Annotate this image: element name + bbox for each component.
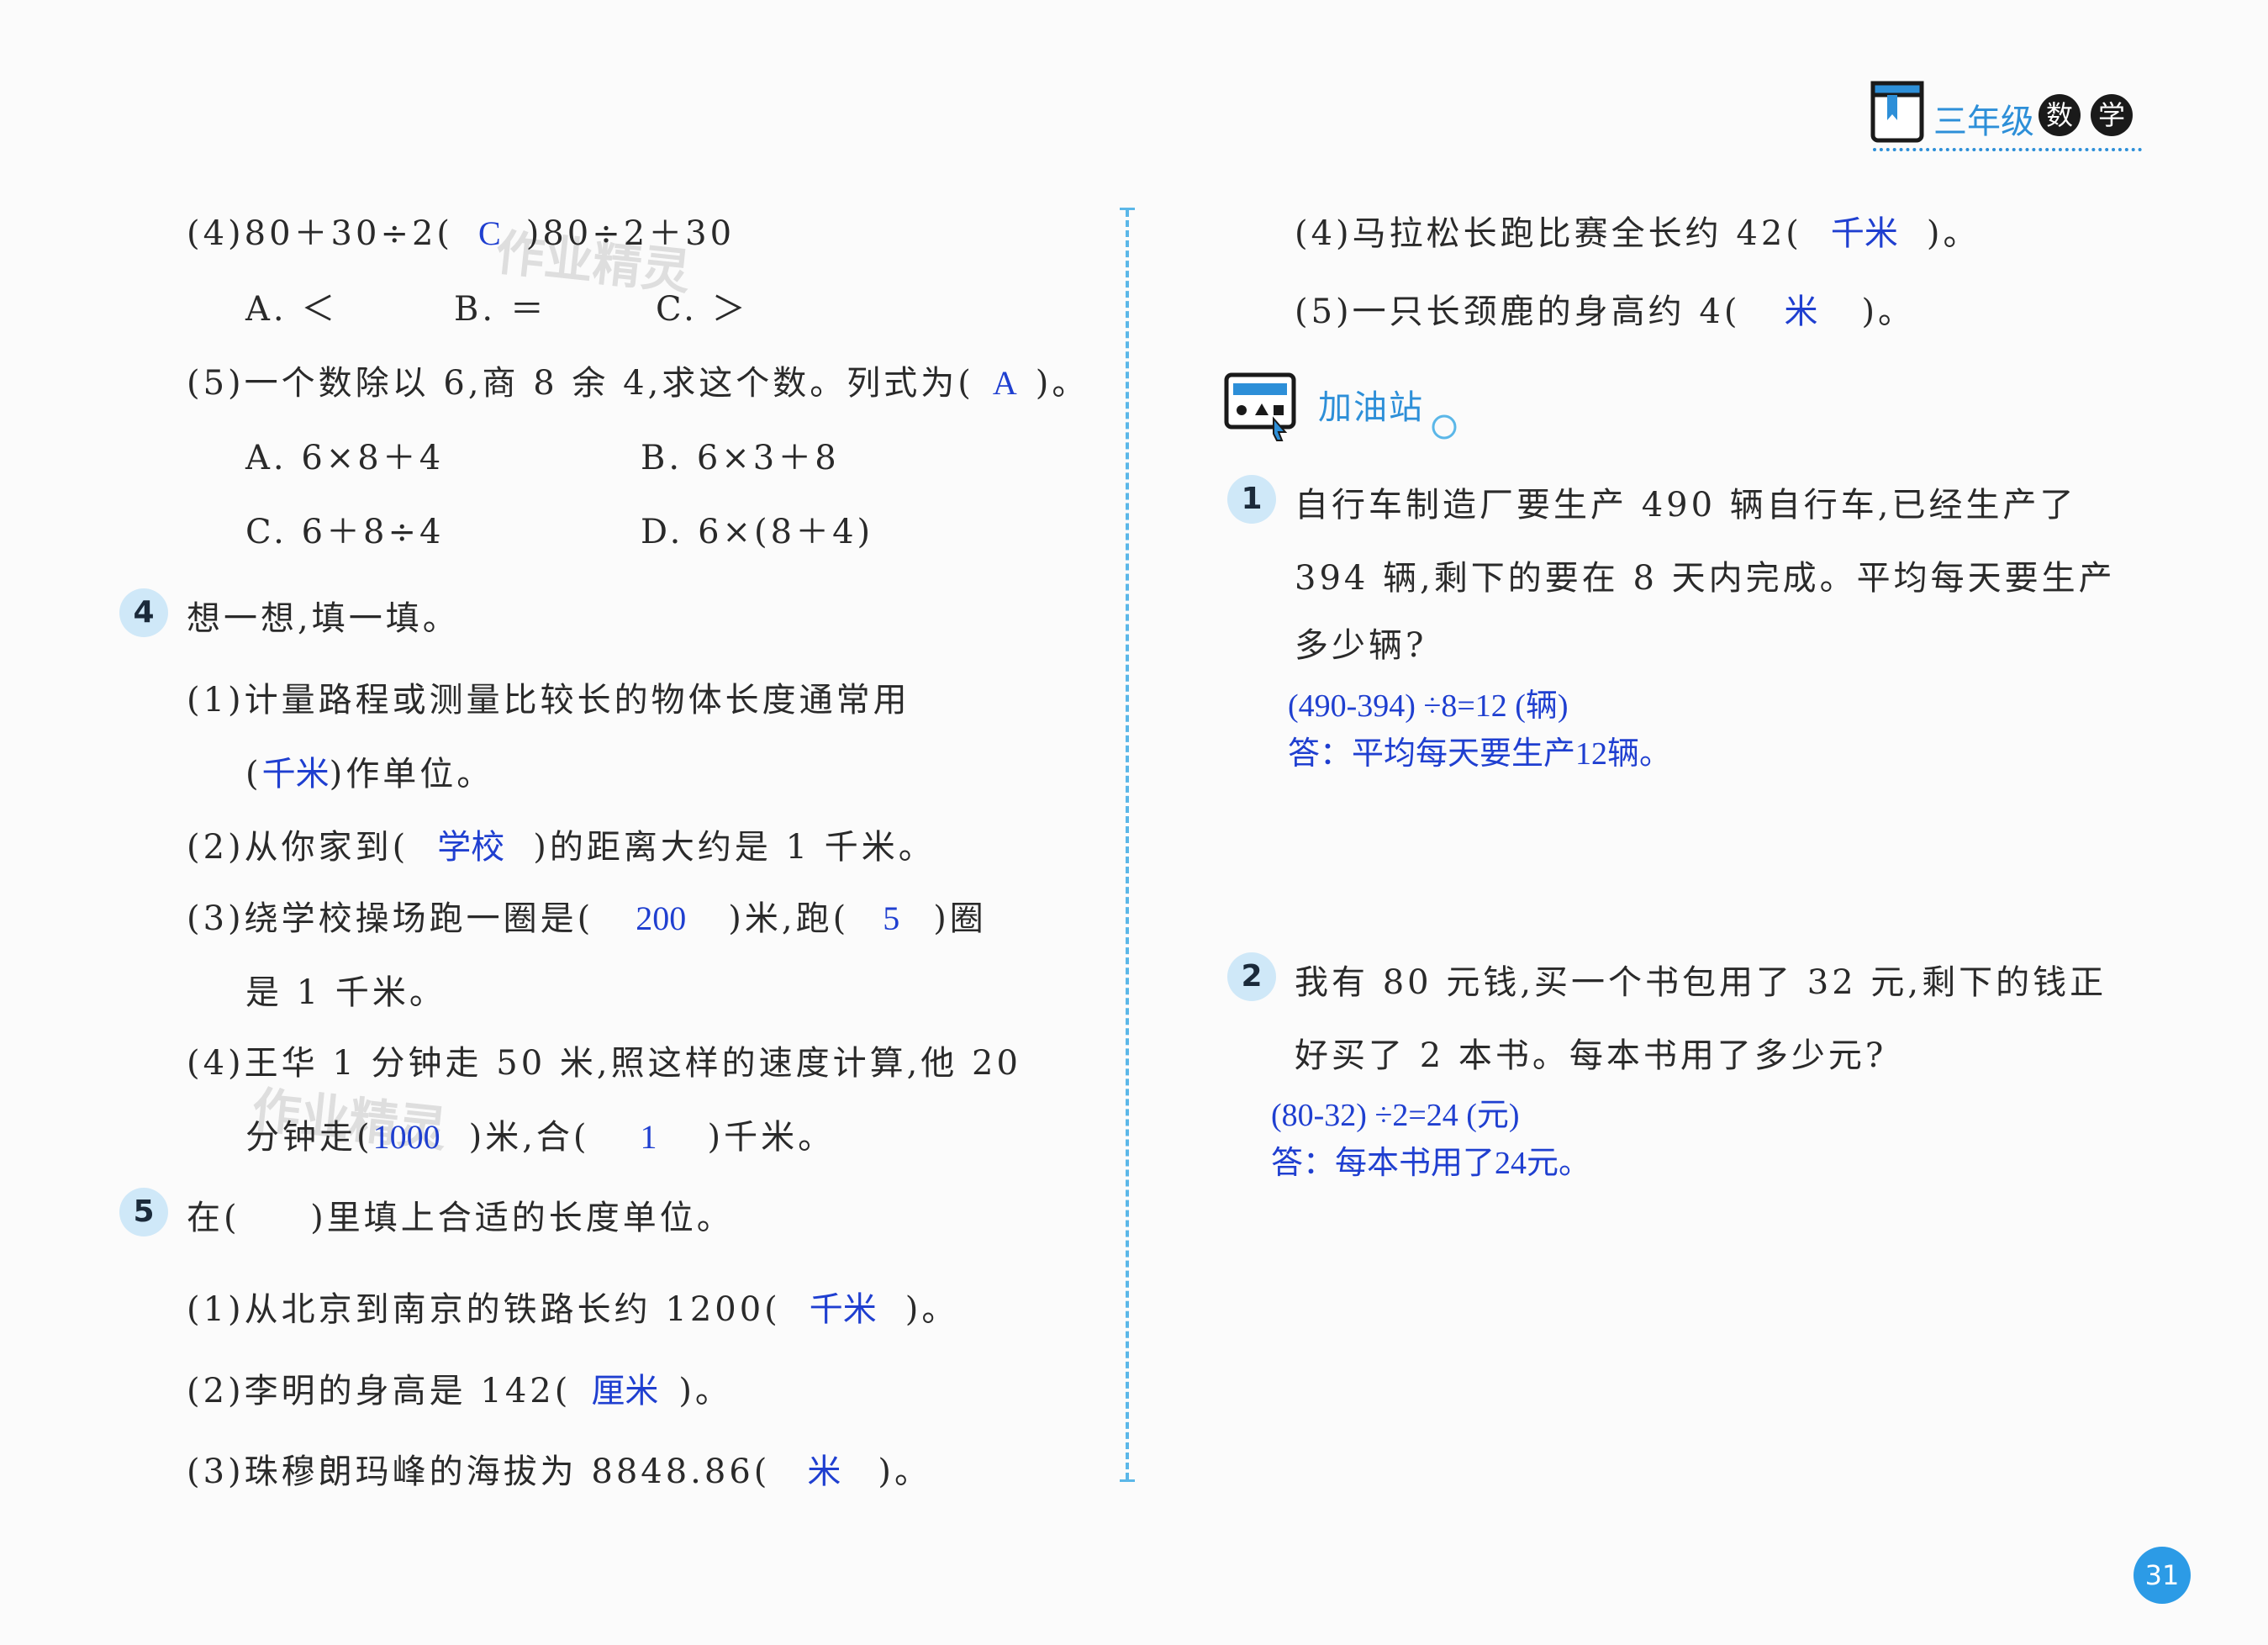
solution-equation: (80-32) ÷2=24 (元): [1271, 1098, 1520, 1133]
answer: 千米: [809, 1290, 877, 1328]
column-divider: [1126, 210, 1129, 1479]
problem-1-line1: 自行车制造厂要生产 490 辆自行车,已经生产了: [1295, 486, 2077, 525]
subject-char-1: 数: [2039, 94, 2081, 136]
problem-2-line2: 好买了 2 本书。每本书用了多少元?: [1295, 1036, 1887, 1075]
section-title: 在( )里填上合适的长度单位。: [187, 1199, 734, 1237]
option-a: A. 6×8＋4: [245, 439, 445, 477]
section-number: 5: [119, 1188, 168, 1236]
answer: 学校: [437, 828, 505, 866]
answer: 米: [807, 1453, 841, 1490]
problem-1-line3: 多少辆?: [1295, 626, 1427, 665]
solution-answer: 答：每本书用了24元。: [1271, 1146, 1591, 1181]
section-label: 加油站: [1318, 388, 1424, 427]
page-number: 31: [2134, 1547, 2191, 1604]
subject-char-2: 学: [2091, 94, 2133, 136]
book-icon: [1870, 81, 1924, 143]
problem-number: 2: [1227, 952, 1276, 1001]
option-d: D. 6×(8＋4): [641, 513, 874, 551]
answer: 5: [883, 899, 900, 937]
question-4-2: (2)从你家到(学校)的距离大约是 1 千米。: [187, 828, 936, 867]
section-number: 4: [119, 588, 168, 637]
answer: C: [478, 214, 501, 252]
question-5-5: (5)一只长颈鹿的身高约 4(米)。: [1295, 293, 1916, 331]
question-5-4: (4)马拉松长跑比赛全长约 42(千米)。: [1295, 214, 1981, 253]
answer: 厘米: [591, 1372, 659, 1410]
problem-1-line2: 394 辆,剩下的要在 8 天内完成。平均每天要生产: [1295, 559, 2116, 598]
answer: 1: [640, 1118, 657, 1156]
question-5-1: (1)从北京到南京的铁路长约 1200(千米)。: [187, 1290, 959, 1329]
answer: 千米: [261, 755, 330, 793]
option-c: C. 6＋8÷4: [245, 513, 445, 551]
question-5-5: (5)一个数除以 6,商 8 余 4,求这个数。列式为(A)。: [187, 364, 1089, 403]
question-4-4-line1: (4)王华 1 分钟走 50 米,照这样的速度计算,他 20: [187, 1044, 1021, 1083]
gas-station-icon: [1224, 372, 1296, 441]
option-a: A. ＜: [245, 290, 339, 329]
question-4-3-line1: (3)绕学校操场跑一圈是(200)米,跑(5)圈: [187, 899, 987, 938]
problem-number: 1: [1227, 475, 1276, 524]
section-title: 想一想,填一填。: [187, 599, 460, 638]
answer: 1000: [372, 1118, 440, 1156]
question-4-4: (4)80＋30÷2(C)80÷2＋30: [187, 214, 736, 253]
question-4-4-line2: 分钟走(1000)米,合(1)千米。: [245, 1118, 836, 1157]
workbook-page: 三年级 数 学 作业精灵 作业精灵 (4)80＋30÷2(C)80÷2＋30 A…: [0, 0, 2268, 1645]
option-b: B. 6×3＋8: [641, 439, 840, 477]
question-5-2: (2)李明的身高是 142(厘米)。: [187, 1372, 732, 1410]
answer: A: [992, 364, 1017, 402]
question-4-1-line2: (千米)作单位。: [245, 755, 494, 794]
option-b: B. ＝: [454, 290, 547, 329]
problem-2-line1: 我有 80 元钱,买一个书包用了 32 元,剩下的钱正: [1295, 963, 2107, 1002]
answer: 米: [1784, 293, 1818, 330]
option-c: C. ＞: [656, 290, 749, 329]
solution-answer: 答：平均每天要生产12辆。: [1288, 736, 1672, 772]
question-4-1-line1: (1)计量路程或测量比较长的物体长度通常用: [187, 681, 910, 720]
answer: 千米: [1830, 214, 1898, 252]
solution-equation: (490-394) ÷8=12 (辆): [1288, 688, 1569, 724]
grade-title: 三年级: [1933, 103, 2034, 141]
question-4-3-line2: 是 1 千米。: [245, 973, 446, 1012]
divider-cap-bottom: [1120, 1479, 1135, 1482]
header-underline: [1873, 148, 2142, 151]
answer: 200: [636, 899, 687, 937]
question-5-3: (3)珠穆朗玛峰的海拔为 8848.86(米)。: [187, 1453, 931, 1491]
bubble-icon: [1432, 414, 1457, 440]
